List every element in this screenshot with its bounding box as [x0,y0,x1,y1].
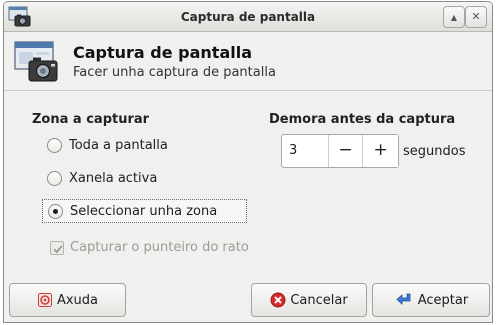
delay-spinbutton[interactable]: 3 − + [281,134,399,168]
decrement-button[interactable]: − [328,135,364,167]
radio-label: Toda a pantalla [69,137,168,153]
capture-pointer-checkbox[interactable]: Capturar o punteiro do rato [50,240,249,255]
radio-indicator-selected[interactable] [48,203,63,219]
accept-arrow-icon [396,293,411,305]
screenshot-dialog: Captura de pantalla ▲ ✕ Captura de panta… [3,1,493,323]
radio-indicator[interactable] [47,137,62,153]
close-button[interactable]: ✕ [465,6,487,28]
radio-full-screen[interactable]: Toda a pantalla [47,133,168,157]
cancel-icon [270,292,286,308]
header-title: Captura de pantalla [73,43,253,62]
cancel-label: Cancelar [290,292,348,308]
capture-zone-title: Zona a capturar [32,112,150,127]
delay-unit-label: segundos [403,144,466,159]
title-bar[interactable]: Captura de pantalla ▲ ✕ [4,2,492,32]
help-label: Axuda [56,292,99,308]
radio-indicator[interactable] [47,170,62,186]
accept-label: Aceptar [417,292,469,308]
dialog-header: Captura de pantalla Facer unha captura d… [4,33,492,91]
checkbox-indicator[interactable] [50,240,64,255]
checkbox-label: Capturar o punteiro do rato [70,240,249,255]
header-subtitle: Facer unha captura de pantalla [73,65,276,80]
window-title: Captura de pantalla [180,10,316,24]
radio-active-window[interactable]: Xanela activa [47,166,157,190]
help-button[interactable]: Axuda [9,283,126,317]
screenshot-app-icon [14,41,58,82]
shade-button[interactable]: ▲ [443,6,465,28]
radio-label: Seleccionar unha zona [70,203,218,219]
checkmark-icon [53,244,63,253]
increment-button[interactable]: + [363,135,398,167]
chevron-up-icon: ▲ [450,13,458,22]
radio-select-region[interactable]: Seleccionar unha zona [42,199,247,223]
cancel-button[interactable]: Cancelar [251,283,367,317]
delay-value-input[interactable]: 3 [282,135,329,167]
accept-button[interactable]: Aceptar [372,283,490,317]
delay-title: Demora antes da captura [269,112,456,127]
help-icon [37,293,52,307]
close-icon: ✕ [471,10,481,23]
radio-label: Xanela activa [69,170,158,186]
